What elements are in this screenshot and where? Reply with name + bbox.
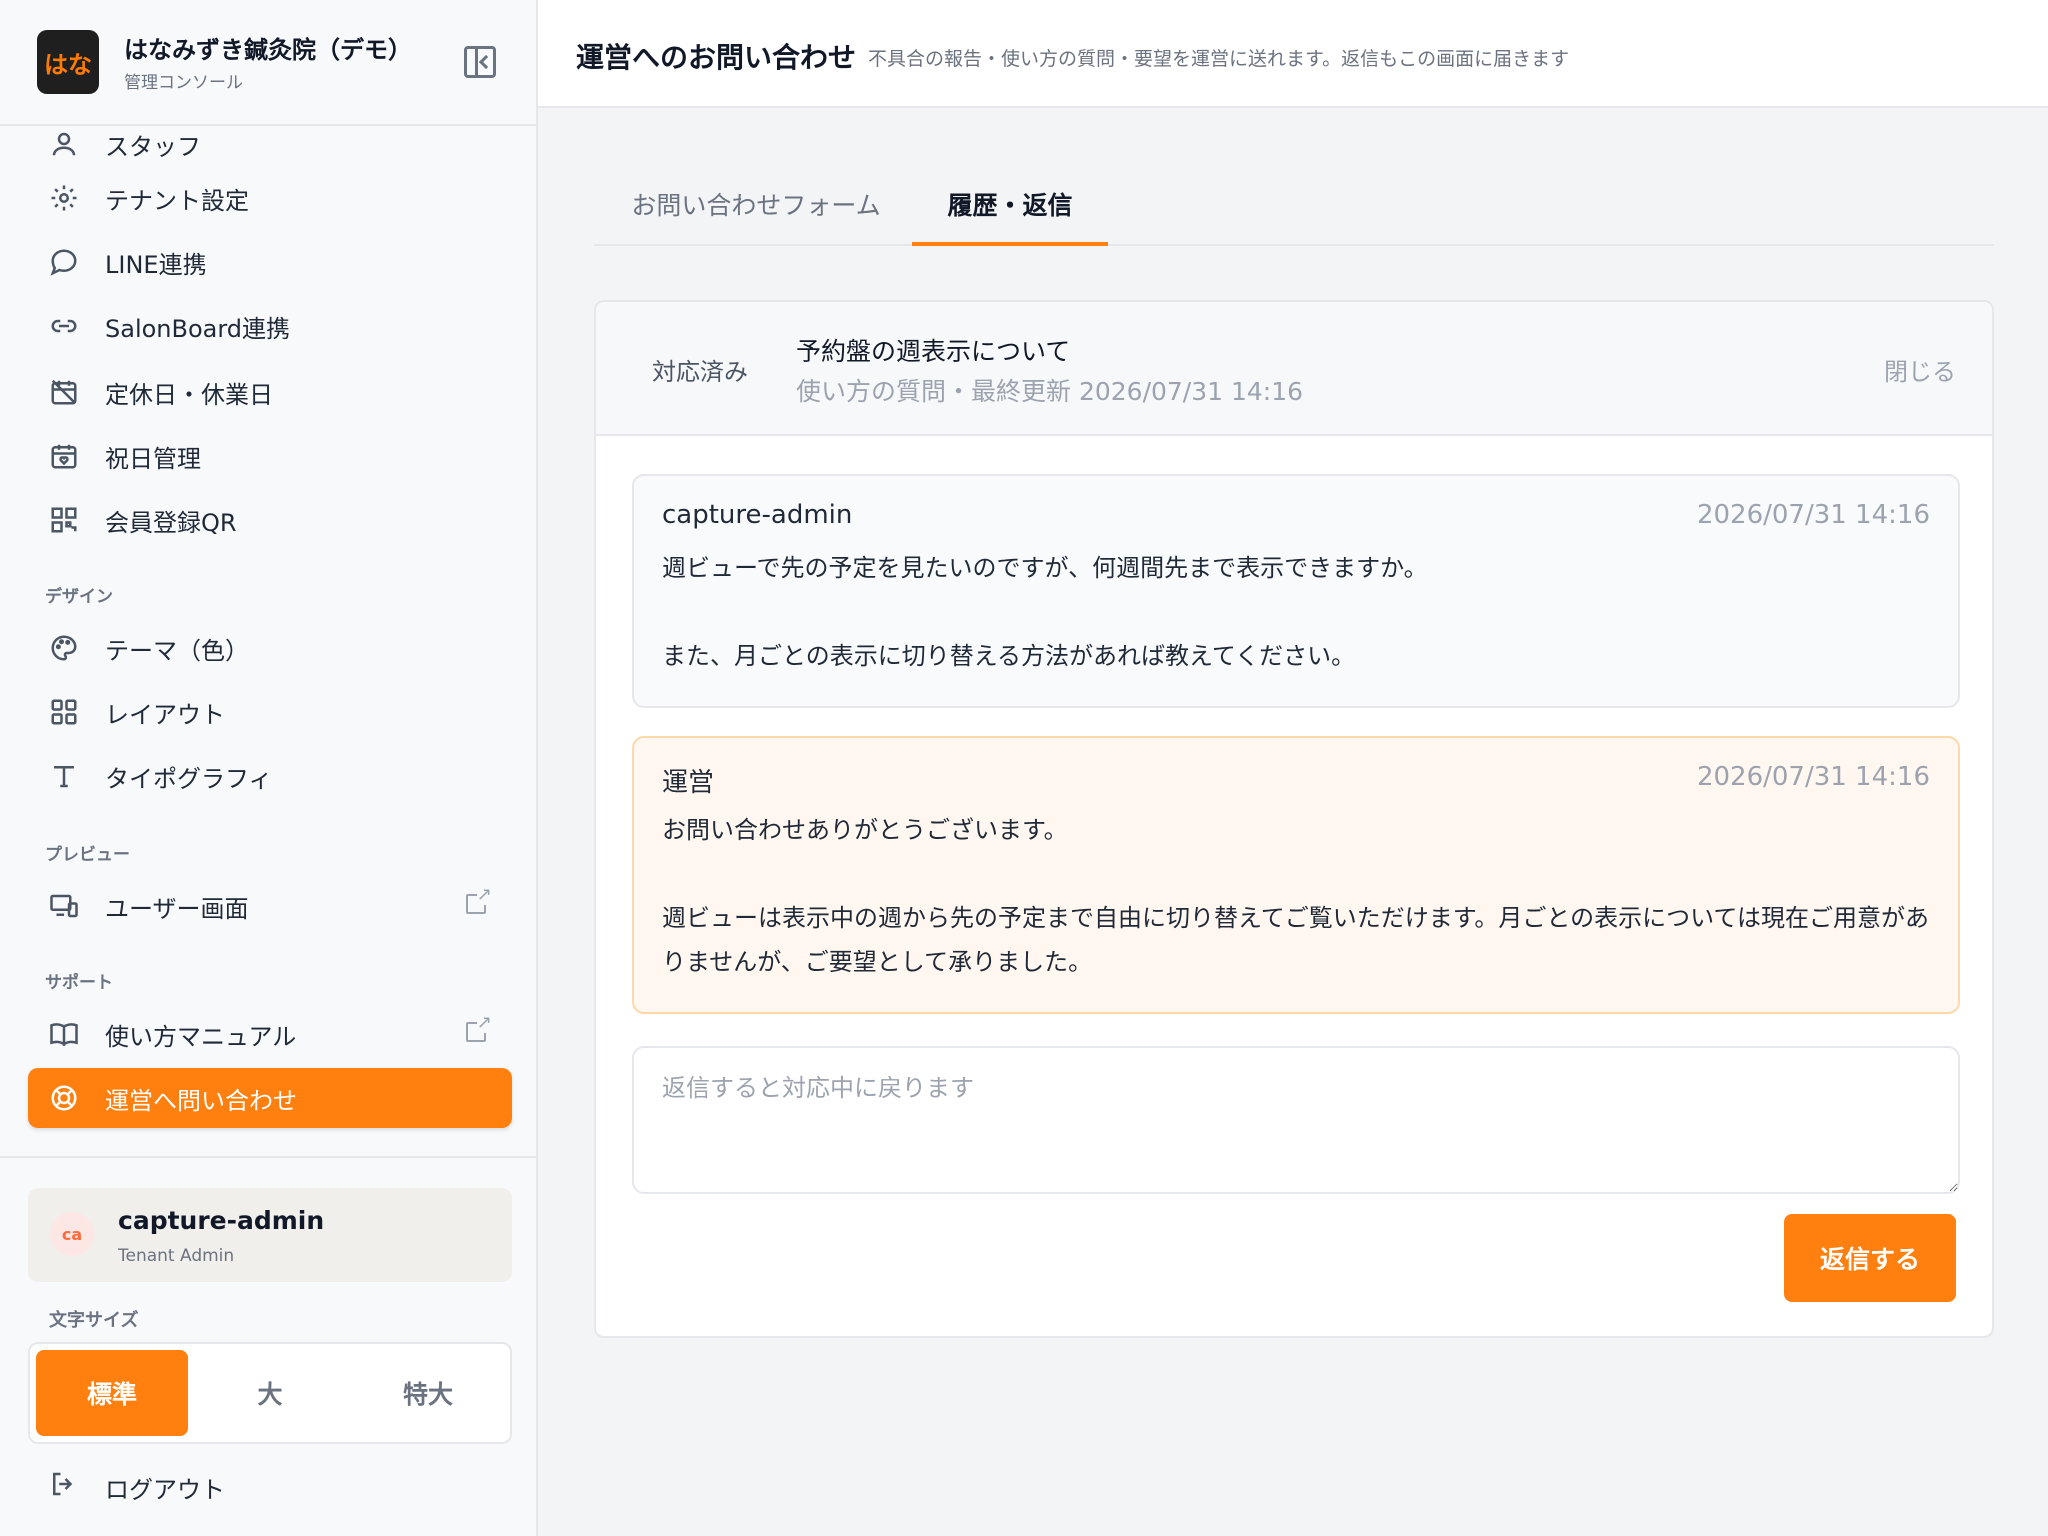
message-support: 運営 2026/07/31 14:16 お問い合わせありがとうございます。 週ビ…: [632, 736, 1960, 1014]
sidebar-item-label: 会員登録QR: [105, 508, 237, 537]
external-link-icon: [466, 884, 493, 914]
type-icon: [48, 760, 80, 792]
section-label-preview: プレビュー: [45, 845, 130, 865]
lifebuoy-icon: [48, 1082, 80, 1114]
ticket-meta: 使い方の質問・最終更新 2026/07/31 14:16: [796, 377, 1304, 406]
sidebar-item-label: 運営へ問い合わせ: [105, 1086, 297, 1115]
message-body: 週ビューで先の予定を見たいのですが、何週間先まで表示できますか。 また、月ごとの…: [662, 546, 1932, 678]
message-line: 週ビューは表示中の週から先の予定まで自由に切り替えてご覧いただけます。月ごとの表…: [662, 904, 1929, 976]
sidebar-item-label: 定休日・休業日: [105, 380, 273, 409]
qr-code-icon: [48, 504, 80, 536]
user-icon: [48, 128, 80, 160]
sidebar-item-user-screen[interactable]: ユーザー画面: [28, 876, 512, 936]
message-user: capture-admin 2026/07/31 14:16 週ビューで先の予定…: [632, 474, 1960, 708]
close-button[interactable]: 閉じる: [1884, 352, 1956, 387]
ticket-card: 対応済み 予約盤の週表示について 使い方の質問・最終更新 2026/07/31 …: [594, 300, 1994, 1338]
sidebar-item-layout[interactable]: レイアウト: [28, 682, 512, 742]
message-author: capture-admin: [662, 500, 853, 530]
font-size-standard-button[interactable]: 標準: [36, 1350, 188, 1436]
sidebar-item-label: テーマ（色）: [105, 636, 249, 665]
sidebar-item-line[interactable]: LINE連携: [28, 232, 512, 292]
font-size-selector: 標準 大 特大: [28, 1342, 512, 1444]
palette-icon: [48, 632, 80, 664]
sidebar-item-label: SalonBoard連携: [105, 314, 291, 343]
sidebar-item-typography[interactable]: タイポグラフィ: [28, 746, 512, 806]
sidebar-item-label: レイアウト: [105, 700, 225, 729]
sidebar-item-label: テナント設定: [105, 186, 249, 215]
tab-bar: お問い合わせフォーム 履歴・返信: [594, 178, 1994, 246]
sidebar-item-closed-days[interactable]: 定休日・休業日: [28, 362, 512, 422]
sidebar-item-member-qr[interactable]: 会員登録QR: [28, 490, 512, 550]
user-name: capture-admin: [118, 1206, 325, 1235]
tab-history-reply[interactable]: 履歴・返信: [912, 178, 1108, 246]
send-reply-button[interactable]: 返信する: [1784, 1214, 1956, 1302]
sidebar-item-staff[interactable]: スタッフ: [28, 126, 512, 174]
sidebar-footer: ca capture-admin Tenant Admin 文字サイズ 標準 大…: [0, 1156, 536, 1536]
font-size-xlarge-button[interactable]: 特大: [352, 1350, 504, 1436]
grid-icon: [48, 696, 80, 728]
logout-label: ログアウト: [105, 1475, 225, 1504]
chat-bubble-icon: [48, 246, 80, 278]
sidebar-collapse-icon[interactable]: [464, 46, 496, 78]
sidebar-item-label: 祝日管理: [105, 444, 201, 473]
book-icon: [48, 1018, 80, 1050]
sidebar-item-contact[interactable]: 運営へ問い合わせ: [28, 1068, 512, 1128]
sidebar-item-holidays[interactable]: 祝日管理: [28, 426, 512, 486]
brand-name: はなみずき鍼灸院（デモ）: [124, 36, 412, 64]
avatar: ca: [50, 1212, 94, 1256]
sidebar-nav[interactable]: スタッフ テナント設定 LINE連携 SalonBoard連携 定休日・休業日: [0, 126, 536, 1156]
sidebar-item-manual[interactable]: 使い方マニュアル: [28, 1004, 512, 1064]
sidebar-item-theme[interactable]: テーマ（色）: [28, 618, 512, 678]
brand-logo: はな: [37, 30, 99, 94]
ticket-subject: 予約盤の週表示について: [796, 337, 1071, 366]
font-size-label: 文字サイズ: [49, 1310, 139, 1331]
reply-input[interactable]: [632, 1046, 1960, 1194]
page-title: 運営へのお問い合わせ: [576, 41, 857, 74]
ticket-header[interactable]: 対応済み 予約盤の週表示について 使い方の質問・最終更新 2026/07/31 …: [596, 302, 1992, 436]
sidebar-item-label: ユーザー画面: [105, 894, 249, 923]
sidebar-item-label: LINE連携: [105, 250, 207, 279]
sidebar-item-salonboard[interactable]: SalonBoard連携: [28, 296, 512, 356]
sidebar: はな はなみずき鍼灸院（デモ） 管理コンソール スタッフ テナント設定 LINE…: [0, 0, 538, 1536]
calendar-heart-icon: [48, 440, 80, 472]
sidebar-item-label: 使い方マニュアル: [105, 1022, 297, 1051]
font-size-large-button[interactable]: 大: [194, 1350, 346, 1436]
message-line: [662, 852, 1932, 896]
link-icon: [48, 310, 80, 342]
section-label-support: サポート: [45, 973, 113, 993]
logout-button[interactable]: ログアウト: [48, 1462, 225, 1512]
sidebar-item-label: スタッフ: [105, 132, 201, 161]
logout-icon: [48, 1469, 80, 1506]
message-author: 運営: [662, 768, 715, 798]
sidebar-item-tenant-settings[interactable]: テナント設定: [28, 168, 512, 228]
message-line: [662, 590, 1932, 634]
calendar-off-icon: [48, 376, 80, 408]
message-timestamp: 2026/07/31 14:16: [1696, 500, 1930, 530]
tab-inquiry-form[interactable]: お問い合わせフォーム: [630, 178, 882, 246]
device-icon: [48, 890, 80, 922]
message-body: お問い合わせありがとうございます。 週ビューは表示中の週から先の予定まで自由に切…: [662, 808, 1932, 984]
message-line: 週ビューで先の予定を見たいのですが、何週間先まで表示できますか。: [662, 554, 1428, 582]
brand-header: はな はなみずき鍼灸院（デモ） 管理コンソール: [0, 0, 536, 126]
gear-icon: [48, 182, 80, 214]
sidebar-item-label: タイポグラフィ: [105, 764, 273, 793]
brand-subtitle: 管理コンソール: [124, 73, 243, 93]
user-role: Tenant Admin: [118, 1246, 235, 1266]
external-link-icon: [466, 1012, 493, 1042]
section-label-design: デザイン: [45, 587, 113, 607]
message-line: お問い合わせありがとうございます。: [662, 816, 1068, 844]
user-card[interactable]: ca capture-admin Tenant Admin: [28, 1188, 512, 1282]
message-timestamp: 2026/07/31 14:16: [1696, 762, 1930, 792]
status-badge: 対応済み: [652, 358, 748, 386]
page-header: 運営へのお問い合わせ 不具合の報告・使い方の質問・要望を運営に送れます。返信もこ…: [538, 0, 2048, 108]
page-subtitle: 不具合の報告・使い方の質問・要望を運営に送れます。返信もこの画面に届きます: [868, 48, 1570, 70]
message-line: また、月ごとの表示に切り替える方法があれば教えてください。: [662, 642, 1356, 670]
